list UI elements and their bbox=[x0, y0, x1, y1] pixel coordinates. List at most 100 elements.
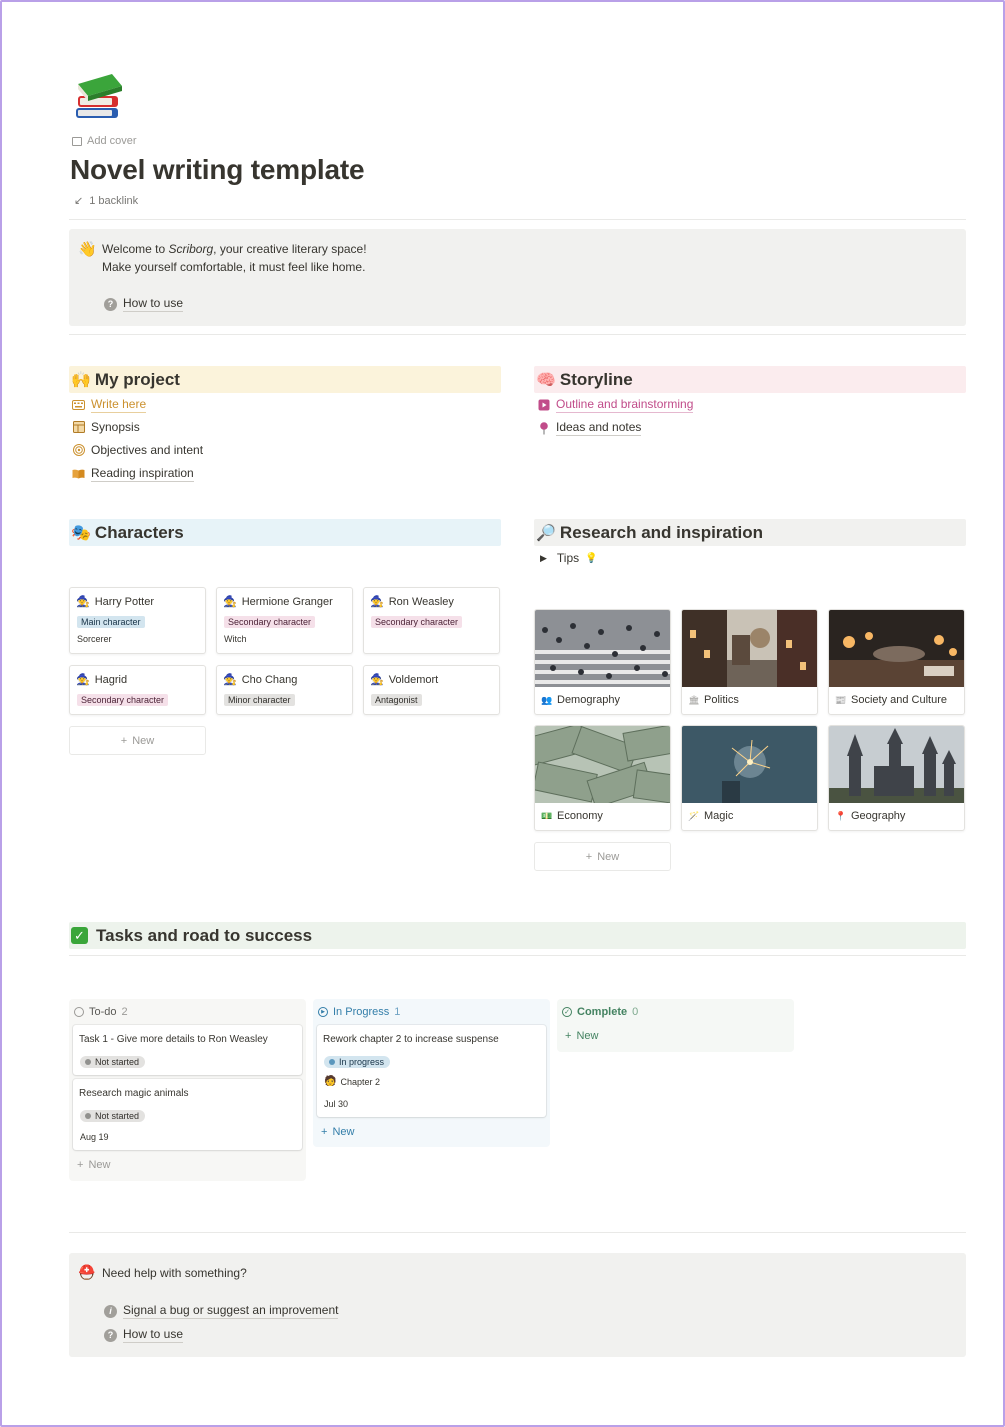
new-task-button[interactable]: + New bbox=[77, 1159, 110, 1171]
due-date: Aug 19 bbox=[80, 1132, 109, 1142]
new-label: New bbox=[132, 734, 155, 747]
add-cover-label: Add cover bbox=[87, 135, 137, 147]
research-card[interactable]: 💵 Economy bbox=[534, 725, 671, 831]
card-label: Society and Culture bbox=[851, 694, 947, 706]
character-card[interactable]: 🧙 Voldemort Antagonist bbox=[363, 665, 500, 715]
target-icon bbox=[72, 444, 85, 457]
card-label: Demography bbox=[557, 694, 620, 706]
character-card[interactable]: 🧙 Hagrid Secondary character bbox=[69, 665, 206, 715]
add-cover-button[interactable]: Add cover bbox=[72, 135, 137, 147]
research-card[interactable]: 📍 Geography bbox=[828, 725, 965, 831]
research-card[interactable]: 📰 Society and Culture bbox=[828, 609, 965, 715]
card-label: Economy bbox=[557, 810, 603, 822]
divider bbox=[69, 219, 966, 220]
research-card[interactable]: 🏛 Politics bbox=[681, 609, 818, 715]
synopsis-label: Synopsis bbox=[91, 420, 140, 434]
character-name: Ron Weasley bbox=[388, 595, 454, 608]
task-title: Rework chapter 2 to increase suspense bbox=[323, 1034, 499, 1045]
chapter-relation[interactable]: 🧑 Chapter 2 bbox=[324, 1076, 380, 1087]
candles-photo bbox=[829, 610, 964, 687]
role-tag: Minor character bbox=[224, 694, 295, 706]
signal-bug-link[interactable]: i Signal a bug or suggest an improvement bbox=[104, 1303, 339, 1319]
layout-icon bbox=[72, 421, 85, 434]
rescue-helmet-icon: ⛑️ bbox=[78, 1264, 96, 1280]
new-task-button[interactable]: + New bbox=[565, 1030, 598, 1042]
status-badge: Not started bbox=[80, 1110, 146, 1122]
welcome-callout: 👋 Welcome to Scriborg, your creative lit… bbox=[69, 229, 966, 326]
column-header: ✓ Complete 0 bbox=[562, 1006, 638, 1018]
task-card[interactable]: Task 1 - Give more details to Ron Weasle… bbox=[73, 1025, 302, 1075]
storyline-heading: 🧠 Storyline bbox=[534, 366, 966, 393]
theater-masks-icon: 🎭 bbox=[71, 524, 91, 542]
people-icon: 👥 bbox=[541, 694, 553, 705]
ideas-notes-link[interactable]: Ideas and notes bbox=[537, 420, 642, 436]
objectives-link[interactable]: Objectives and intent bbox=[72, 443, 203, 457]
play-circle-icon: ▶ bbox=[318, 1007, 328, 1017]
question-icon: ? bbox=[104, 1328, 117, 1342]
objectives-label: Objectives and intent bbox=[91, 443, 204, 457]
pin-icon bbox=[537, 421, 550, 435]
new-research-button[interactable]: + New bbox=[534, 842, 671, 871]
keyboard-icon bbox=[72, 399, 85, 412]
plus-icon: + bbox=[77, 1159, 84, 1171]
tips-toggle[interactable]: ▶ Tips 💡 bbox=[540, 551, 598, 565]
research-card[interactable]: 👥 Demography bbox=[534, 609, 671, 715]
character-title: Sorcerer bbox=[77, 634, 112, 644]
character-card[interactable]: 🧙 Ron Weasley Secondary character bbox=[363, 587, 500, 654]
welcome-line-2: Make yourself comfortable, it must feel … bbox=[102, 260, 366, 274]
how-to-use-label: How to use bbox=[123, 296, 184, 312]
help-title: Need help with something? bbox=[102, 1266, 247, 1280]
how-to-use-link[interactable]: ? How to use bbox=[104, 1327, 184, 1343]
waving-hand-icon: 👋 bbox=[78, 241, 97, 258]
synopsis-link[interactable]: Synopsis bbox=[72, 420, 140, 434]
role-tag: Main character bbox=[77, 616, 145, 628]
street-photo bbox=[682, 610, 817, 687]
outline-link[interactable]: Outline and brainstorming bbox=[537, 397, 694, 413]
character-name: Voldemort bbox=[388, 673, 439, 686]
character-card[interactable]: 🧙 Hermione Granger Secondary character Wi… bbox=[216, 587, 353, 654]
plus-icon: + bbox=[120, 734, 128, 747]
ideas-notes-label: Ideas and notes bbox=[556, 420, 642, 436]
circle-empty-icon bbox=[74, 1007, 84, 1017]
wizard-icon: 🧙 bbox=[76, 674, 90, 686]
board-column-complete: ✓ Complete 0 + New bbox=[557, 999, 794, 1052]
role-tag: Antagonist bbox=[371, 694, 422, 706]
wizard-icon: 🧙 bbox=[223, 674, 237, 686]
character-name: Cho Chang bbox=[241, 673, 298, 686]
castle-photo bbox=[829, 726, 964, 803]
character-name: Hermione Granger bbox=[241, 595, 333, 608]
triangle-right-icon: ▶ bbox=[540, 552, 547, 563]
image-icon bbox=[72, 136, 82, 146]
books-icon[interactable] bbox=[72, 70, 126, 124]
research-card[interactable]: 🪄 Magic bbox=[681, 725, 818, 831]
film-icon bbox=[537, 399, 550, 412]
reading-inspiration-link[interactable]: Reading inspiration bbox=[72, 466, 194, 482]
characters-heading: 🎭 Characters bbox=[69, 519, 501, 546]
task-card[interactable]: Research magic animals Not started Aug 1… bbox=[73, 1079, 302, 1150]
magnifier-icon: 🔎 bbox=[536, 524, 556, 542]
write-here-link[interactable]: Write here bbox=[72, 397, 147, 413]
task-card[interactable]: Rework chapter 2 to increase suspense In… bbox=[317, 1025, 546, 1117]
how-to-use-link[interactable]: ? How to use bbox=[104, 296, 184, 312]
light-bulb-icon: 💡 bbox=[585, 552, 598, 564]
help-callout: ⛑️ Need help with something? i Signal a … bbox=[69, 1253, 966, 1357]
divider bbox=[69, 334, 966, 335]
page-title[interactable]: Novel writing template bbox=[70, 154, 365, 186]
backlink-label: 1 backlink bbox=[89, 194, 139, 207]
plus-icon: + bbox=[565, 1030, 572, 1042]
new-task-button[interactable]: + New bbox=[321, 1126, 354, 1138]
character-card[interactable]: 🧙 Cho Chang Minor character bbox=[216, 665, 353, 715]
new-character-button[interactable]: + New bbox=[69, 726, 206, 755]
card-label: Politics bbox=[704, 694, 739, 706]
column-header: ▶ In Progress 1 bbox=[318, 1006, 400, 1018]
column-header: To-do 2 bbox=[74, 1006, 128, 1018]
check-circle-icon: ✓ bbox=[562, 1007, 572, 1017]
character-title: Witch bbox=[224, 634, 247, 644]
backlink-button[interactable]: ↙ 1 backlink bbox=[74, 194, 139, 208]
write-here-label: Write here bbox=[91, 397, 147, 413]
location-icon: 📍 bbox=[835, 810, 847, 821]
character-card[interactable]: 🧙 Harry Potter Main character Sorcerer bbox=[69, 587, 206, 654]
status-badge: In progress bbox=[324, 1056, 391, 1068]
status-badge: Not started bbox=[80, 1056, 146, 1068]
character-name: Harry Potter bbox=[94, 595, 154, 608]
